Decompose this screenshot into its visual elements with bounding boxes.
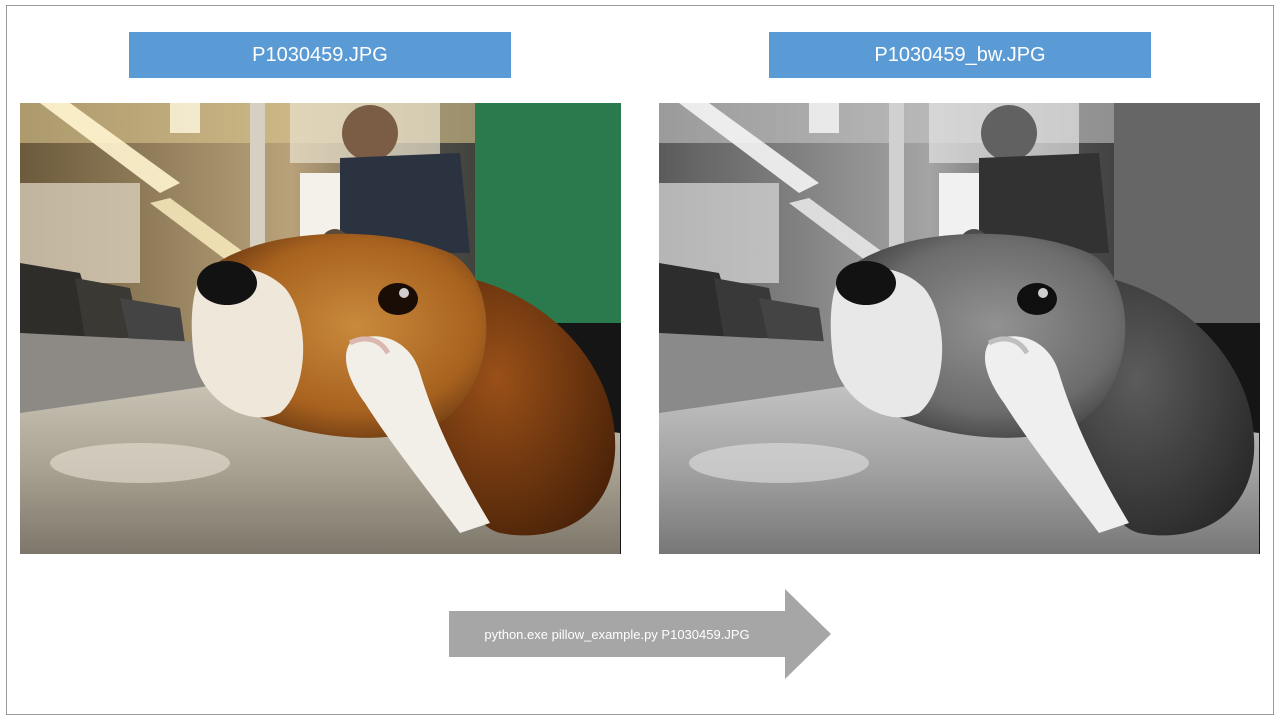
converted-filename-text: P1030459_bw.JPG <box>874 43 1046 66</box>
beagle-photo-color <box>20 103 621 554</box>
converted-filename-label: P1030459_bw.JPG <box>769 32 1151 78</box>
beagle-photo-grayscale <box>659 103 1260 554</box>
converted-grayscale-photo <box>659 103 1260 554</box>
command-arrow: python.exe pillow_example.py P1030459.JP… <box>449 589 831 679</box>
original-filename-text: P1030459.JPG <box>252 43 388 66</box>
original-filename-label: P1030459.JPG <box>129 32 511 78</box>
command-text: python.exe pillow_example.py P1030459.JP… <box>484 626 750 642</box>
original-color-photo <box>20 103 621 554</box>
